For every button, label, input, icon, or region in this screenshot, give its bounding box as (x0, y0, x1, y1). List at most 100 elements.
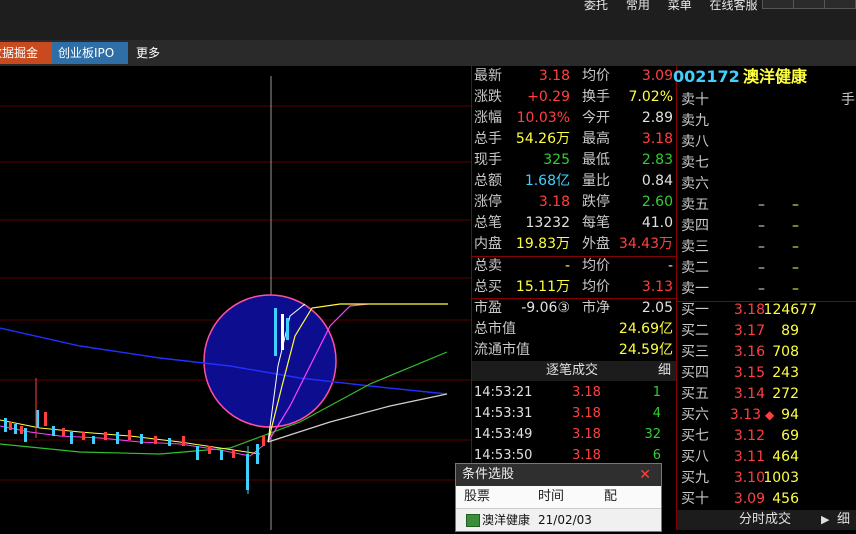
tab-gem-ipo[interactable]: 创业板IPO (52, 42, 128, 64)
sell-row: 卖十 手 (677, 90, 856, 111)
stock-icon (466, 514, 480, 527)
quote-label: 外盘 (582, 236, 610, 252)
quote-value: - (667, 258, 673, 274)
quote-value: 10.03% (516, 110, 570, 126)
quote-label: 换手 (582, 89, 610, 105)
candle (262, 436, 265, 446)
minimize-button[interactable] (762, 0, 794, 9)
buy-volume: 243 (772, 365, 799, 381)
column-match[interactable]: 配 (604, 486, 617, 508)
menu-item-common[interactable]: 常用 (626, 0, 650, 12)
dialog-title-bar[interactable]: 条件选股 ✕ (456, 464, 661, 486)
candle (208, 446, 211, 454)
quote-value: 3.18 (538, 194, 570, 210)
buy-volume: 708 (772, 344, 799, 360)
trade-row: 14:53:21 3.18 1 (472, 382, 677, 403)
quote-label: 今开 (582, 110, 610, 126)
sell-row: 卖八 (677, 132, 856, 153)
trades-detail-button[interactable]: 细 (658, 361, 671, 381)
sell-label: 卖六 (681, 176, 709, 192)
quote-value: +0.29 (527, 89, 570, 105)
sell-label: 卖三 (681, 239, 709, 255)
quote-label: 流通市值 (474, 342, 530, 358)
table-row[interactable]: 澳洋健康 21/02/03 (456, 509, 661, 531)
quote-row: 涨跌 +0.29 换手 7.02% (472, 87, 677, 108)
quote-row: 总笔 13232 每笔 41.0 (472, 213, 677, 234)
buy-price: 3.17 (733, 323, 765, 339)
quote-value: 7.02% (628, 89, 673, 105)
candle (116, 432, 119, 444)
buy-label: 买五 (681, 386, 709, 402)
menu-item-entrust[interactable]: 委托 (584, 0, 608, 12)
close-icon[interactable]: ✕ (639, 464, 651, 486)
kline-chart-svg (0, 76, 471, 530)
stock-header: 002172 澳洋健康 (673, 66, 856, 88)
sell-label: 卖一 (681, 281, 709, 297)
column-time[interactable]: 时间 (538, 486, 564, 508)
trade-volume: 1 (652, 385, 661, 400)
sell-price: – (758, 260, 765, 276)
quote-label: 量比 (582, 173, 610, 189)
buy-row: 买九 3.10 1003 (677, 468, 856, 489)
sell-volume: – (792, 218, 799, 234)
condition-picker-dialog[interactable]: 条件选股 ✕ 股票 时间 配 澳洋健康 21/02/03 (455, 463, 662, 532)
detail-button[interactable]: 细 (837, 510, 850, 530)
buy-price: 3.18 (733, 302, 765, 318)
menu-item-service[interactable]: 在线客服 (710, 0, 758, 12)
buy-price: 3.13 (729, 407, 761, 423)
quote-label: 跌停 (582, 194, 610, 210)
sell-price: – (758, 218, 765, 234)
buy-row: 买五 3.14 272 (677, 384, 856, 405)
buy-row: 买七 3.12 69 (677, 426, 856, 447)
maximize-button[interactable] (793, 0, 825, 9)
buy-row: 买十 3.09 456 (677, 489, 856, 510)
buy-row: 买二 3.17 89 (677, 321, 856, 342)
quote-row: 内盘 19.83万 外盘 34.43万 (472, 234, 677, 255)
trade-price: 3.18 (572, 406, 601, 421)
buy-price: 3.12 (733, 428, 765, 444)
candle (168, 438, 171, 446)
buy-price: 3.11 (733, 449, 765, 465)
dialog-title: 条件选股 (462, 467, 515, 482)
buy-label: 买八 (681, 449, 709, 465)
column-stock[interactable]: 股票 (464, 486, 490, 508)
quote-label: 最高 (582, 131, 610, 147)
quote-value: 1.68亿 (524, 173, 570, 189)
sell-row: 卖五 – – (677, 195, 856, 216)
close-window-button[interactable] (824, 0, 856, 9)
trade-time: 14:53:49 (474, 427, 533, 442)
quote-label: 内盘 (474, 236, 502, 252)
buy-volume: 272 (772, 386, 799, 402)
quote-value: 3.09 (641, 68, 673, 84)
quote-value: 3.13 (641, 279, 673, 295)
quote-row: 现手 325 最低 2.83 (472, 150, 677, 171)
tab-more[interactable]: 更多 (130, 42, 167, 64)
trade-price: 3.18 (572, 427, 601, 442)
buy-label: 买二 (681, 323, 709, 339)
candle (154, 436, 157, 444)
sell-row: 卖一 – – (677, 279, 856, 300)
quote-row: 总卖 - 均价 - (472, 256, 677, 277)
trade-row: 14:53:49 3.18 32 (472, 424, 677, 445)
play-icon[interactable]: ▶ (821, 510, 829, 530)
candle (286, 318, 289, 340)
sell-label: 卖四 (681, 218, 709, 234)
candle (281, 314, 284, 350)
timeshare-trades-footer[interactable]: 分时成交 ▶ 细 (677, 510, 856, 530)
quote-row: 流通市值 24.59亿 (472, 340, 677, 361)
sell-row: 卖九 (677, 111, 856, 132)
buy-price: 3.10 (733, 470, 765, 486)
tab-strip: 数据掘金 创业板IPO 更多 (0, 40, 856, 66)
quote-row: 市盈 -9.06③ 市净 2.05 (472, 298, 677, 319)
trades-header[interactable]: 逐笔成交 细 (472, 361, 677, 381)
menu-item-menu[interactable]: 菜单 (668, 0, 692, 12)
kline-chart[interactable] (0, 66, 471, 530)
quote-label: 总额 (474, 173, 502, 189)
quote-row: 涨停 3.18 跌停 2.60 (472, 192, 677, 213)
sell-volume: – (792, 197, 799, 213)
quote-row: 最新 3.18 均价 3.09 (472, 66, 677, 87)
buy-label: 买十 (681, 491, 709, 507)
buy-volume: 464 (772, 449, 799, 465)
buy-label: 买六 (681, 407, 709, 423)
sell-row: 卖二 – – (677, 258, 856, 279)
